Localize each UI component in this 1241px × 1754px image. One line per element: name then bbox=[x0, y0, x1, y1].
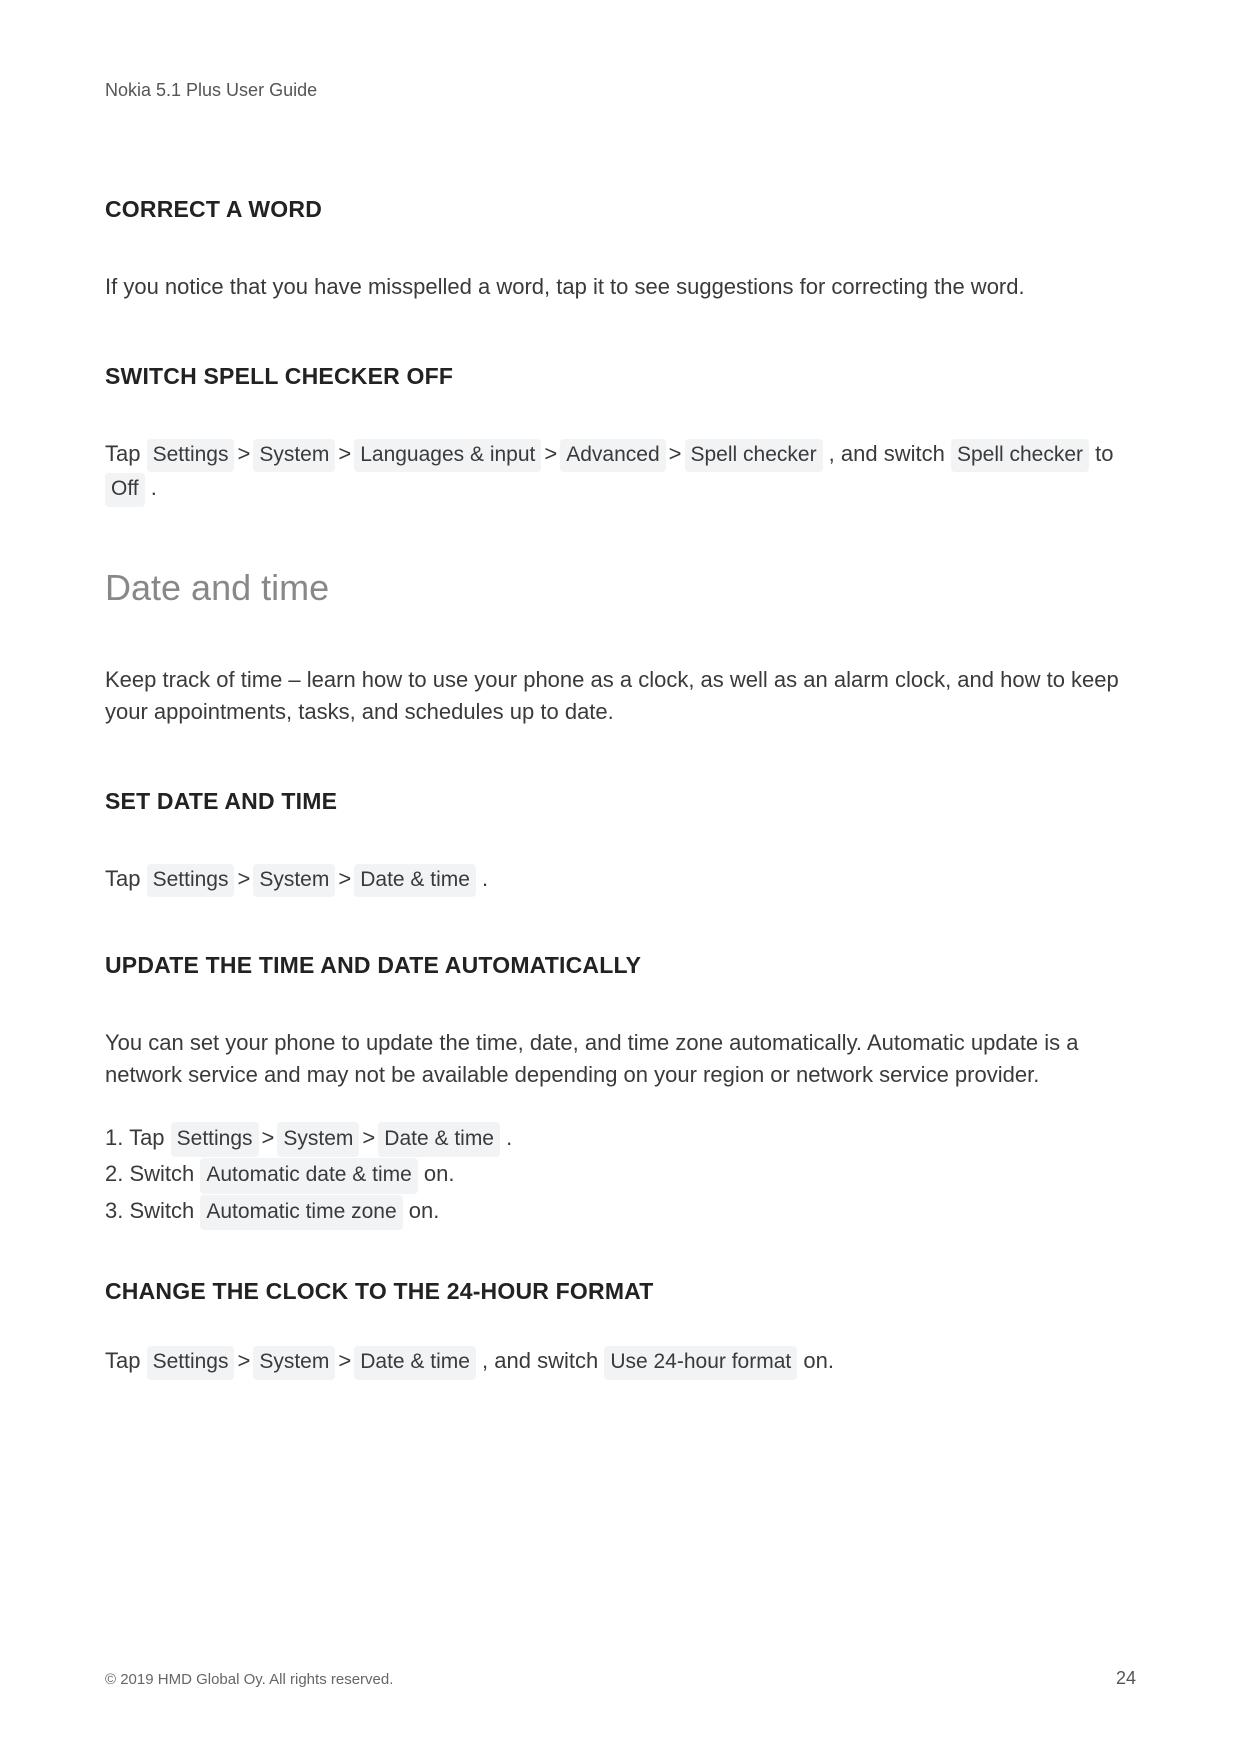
chip-date-time: Date & time bbox=[354, 1346, 476, 1379]
text-mid2: to bbox=[1089, 441, 1113, 466]
chip-system: System bbox=[253, 439, 335, 472]
text-prefix: Tap bbox=[105, 866, 147, 891]
text-mid: , and switch bbox=[823, 441, 951, 466]
footer: © 2019 HMD Global Oy. All rights reserve… bbox=[105, 1668, 1136, 1689]
separator: > bbox=[237, 863, 250, 895]
document-header: Nokia 5.1 Plus User Guide bbox=[105, 80, 1136, 101]
page: Nokia 5.1 Plus User Guide CORRECT A WORD… bbox=[0, 0, 1241, 1754]
text-prefix: Tap bbox=[105, 441, 147, 466]
separator: > bbox=[362, 1121, 375, 1155]
chip-24h-format: Use 24-hour format bbox=[604, 1346, 797, 1379]
separator: > bbox=[338, 438, 351, 470]
section-heading-24h: CHANGE THE CLOCK TO THE 24-HOUR FORMAT bbox=[105, 1278, 1136, 1305]
step-3: 3. Switch Automatic time zone on. bbox=[105, 1194, 1136, 1231]
chip-settings: Settings bbox=[171, 1122, 259, 1158]
body-24h: Tap Settings>System>Date & time , and sw… bbox=[105, 1345, 1136, 1379]
chip-date-time: Date & time bbox=[354, 864, 476, 897]
step-prefix: 1. Tap bbox=[105, 1125, 171, 1150]
text-suffix: on. bbox=[797, 1348, 834, 1373]
step-prefix: 2. Switch bbox=[105, 1161, 200, 1186]
separator: > bbox=[237, 1345, 250, 1377]
separator: > bbox=[544, 438, 557, 470]
chip-settings: Settings bbox=[147, 864, 235, 897]
text-mid: , and switch bbox=[476, 1348, 604, 1373]
step-list-auto-update: 1. Tap Settings>System>Date & time . 2. … bbox=[105, 1121, 1136, 1231]
chip-languages-input: Languages & input bbox=[354, 439, 541, 472]
separator: > bbox=[262, 1121, 275, 1155]
step-1: 1. Tap Settings>System>Date & time . bbox=[105, 1121, 1136, 1158]
separator: > bbox=[338, 863, 351, 895]
chip-system: System bbox=[253, 1346, 335, 1379]
chip-settings: Settings bbox=[147, 439, 235, 472]
chip-advanced: Advanced bbox=[560, 439, 665, 472]
section-heading-auto-update: UPDATE THE TIME AND DATE AUTOMATICALLY bbox=[105, 952, 1136, 979]
chip-system: System bbox=[277, 1122, 359, 1158]
chip-date-time: Date & time bbox=[378, 1122, 500, 1158]
chip-off: Off bbox=[105, 473, 145, 506]
chip-system: System bbox=[253, 864, 335, 897]
section-heading-correct-word: CORRECT A WORD bbox=[105, 196, 1136, 223]
separator: > bbox=[237, 438, 250, 470]
chip-spell-checker: Spell checker bbox=[685, 439, 823, 472]
text-suffix: . bbox=[145, 475, 157, 500]
body-auto-update-intro: You can set your phone to update the tim… bbox=[105, 1027, 1136, 1091]
chip-spell-checker-2: Spell checker bbox=[951, 439, 1089, 472]
text-prefix: Tap bbox=[105, 1348, 147, 1373]
separator: > bbox=[338, 1345, 351, 1377]
body-spell-checker: Tap Settings>System>Languages & input>Ad… bbox=[105, 438, 1136, 507]
chip-settings: Settings bbox=[147, 1346, 235, 1379]
step-prefix: 3. Switch bbox=[105, 1198, 200, 1223]
separator: > bbox=[669, 438, 682, 470]
step-2: 2. Switch Automatic date & time on. bbox=[105, 1157, 1136, 1194]
chip-auto-time-zone: Automatic time zone bbox=[200, 1195, 402, 1231]
step-suffix: . bbox=[500, 1125, 512, 1150]
body-correct-word: If you notice that you have misspelled a… bbox=[105, 271, 1136, 303]
page-number: 24 bbox=[1116, 1668, 1136, 1689]
section-heading-set-date-time: SET DATE AND TIME bbox=[105, 788, 1136, 815]
text-suffix: . bbox=[476, 866, 488, 891]
step-suffix: on. bbox=[418, 1161, 455, 1186]
step-suffix: on. bbox=[403, 1198, 440, 1223]
chip-auto-date-time: Automatic date & time bbox=[200, 1158, 417, 1194]
main-heading-date-time: Date and time bbox=[105, 567, 1136, 609]
body-date-time-intro: Keep track of time – learn how to use yo… bbox=[105, 664, 1136, 728]
copyright: © 2019 HMD Global Oy. All rights reserve… bbox=[105, 1671, 393, 1688]
body-set-date-time: Tap Settings>System>Date & time . bbox=[105, 863, 1136, 897]
section-heading-spell-checker: SWITCH SPELL CHECKER OFF bbox=[105, 363, 1136, 390]
